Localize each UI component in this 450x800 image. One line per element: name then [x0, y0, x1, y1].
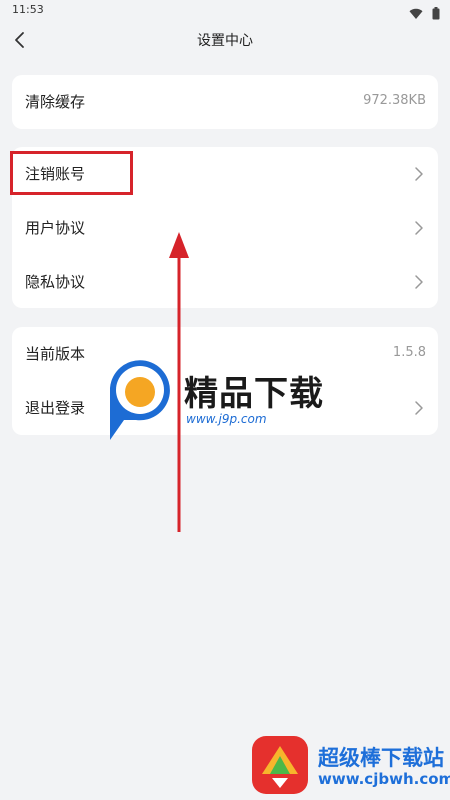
- clear-cache-label: 清除缓存: [25, 93, 86, 111]
- chevron-right-icon: [415, 275, 423, 289]
- cache-size-value: 972.38KB: [363, 93, 426, 108]
- j9p-logo-icon: [110, 360, 170, 440]
- privacy-agreement-row[interactable]: 隐私协议: [12, 255, 438, 309]
- cjbwh-logo-icon: [252, 736, 308, 794]
- watermark-center: 精品下载 www.j9p.com: [96, 356, 356, 442]
- watermark-bottom-url: www.cjbwh.com: [318, 770, 450, 788]
- highlight-box: [10, 151, 133, 195]
- clear-cache-row[interactable]: 清除缓存 972.38KB: [12, 75, 438, 129]
- watermark-center-title: 精品下载: [184, 374, 324, 414]
- watermark-bottom: 超级棒下载站 www.cjbwh.com: [248, 734, 450, 800]
- chevron-right-icon: [415, 167, 423, 181]
- version-value: 1.5.8: [392, 345, 426, 360]
- version-label: 当前版本: [25, 345, 86, 363]
- status-bar: 11:53: [0, 0, 450, 20]
- logout-label: 退出登录: [25, 399, 86, 417]
- watermark-bottom-title: 超级棒下载站: [318, 746, 444, 770]
- chevron-right-icon: [415, 401, 423, 415]
- battery-icon: [432, 7, 440, 20]
- privacy-agreement-label: 隐私协议: [25, 273, 86, 291]
- wifi-icon: [409, 8, 423, 19]
- header: 设置中心: [0, 20, 450, 60]
- user-agreement-label: 用户协议: [25, 219, 86, 237]
- cache-card: 清除缓存 972.38KB: [12, 75, 438, 129]
- chevron-right-icon: [415, 221, 423, 235]
- page-title: 设置中心: [197, 33, 253, 49]
- watermark-center-url: www.j9p.com: [186, 412, 267, 426]
- user-agreement-row[interactable]: 用户协议: [12, 201, 438, 255]
- status-time: 11:53: [12, 3, 44, 16]
